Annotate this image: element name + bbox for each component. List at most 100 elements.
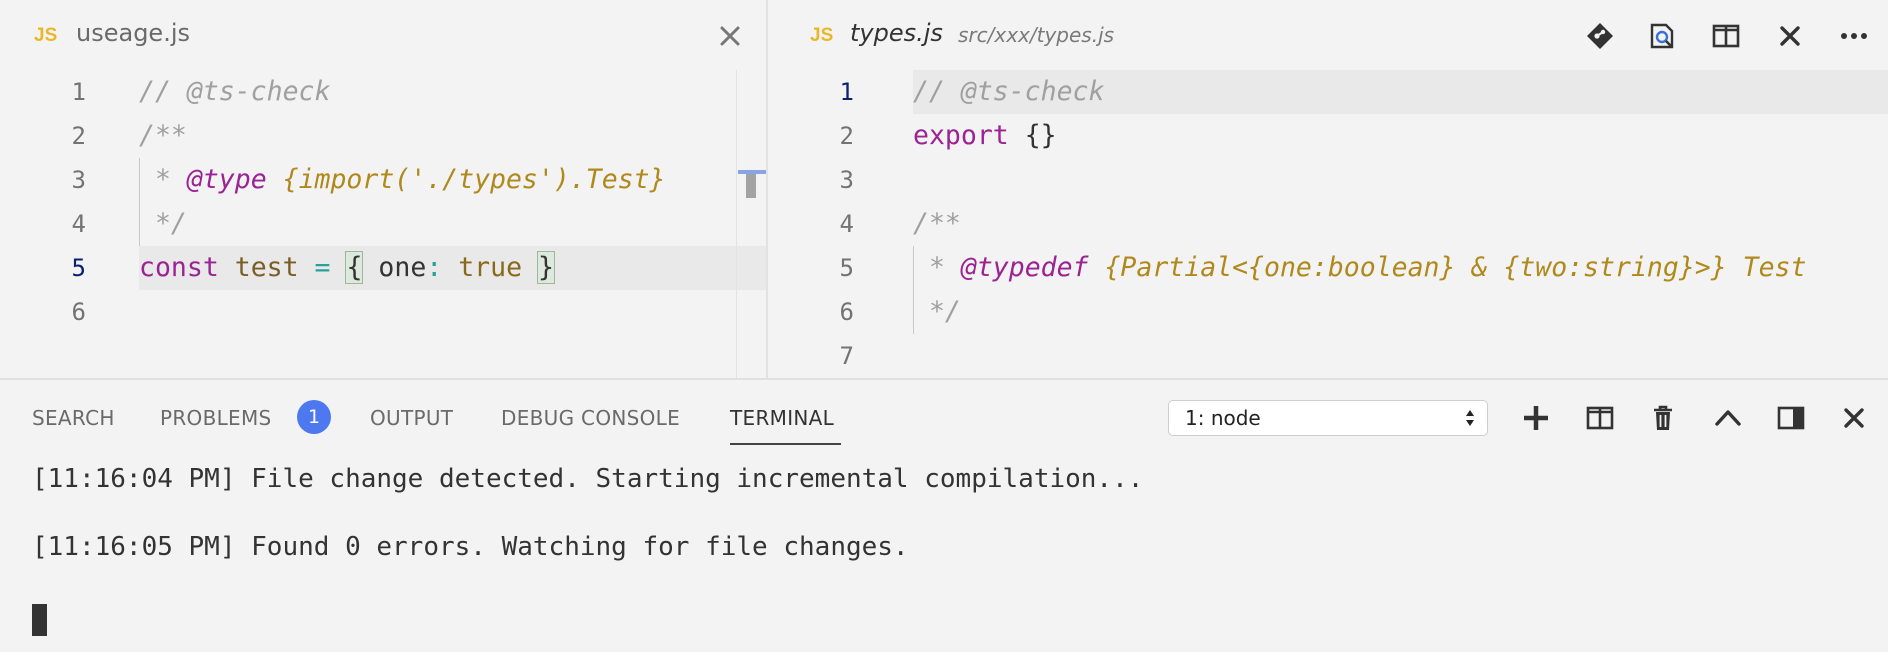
line-number: 6 bbox=[839, 298, 854, 326]
code-text: export {} bbox=[913, 114, 1057, 158]
code-text: * @type {import('./types').Test} bbox=[139, 158, 666, 202]
tab-search[interactable]: SEARCH bbox=[32, 406, 115, 430]
split-editor-icon[interactable] bbox=[1708, 18, 1744, 54]
line-number: 5 bbox=[71, 254, 86, 282]
terminal-cursor bbox=[32, 604, 47, 636]
terminal-select[interactable]: 1: node bbox=[1168, 400, 1488, 436]
code-line[interactable]: 5 * @typedef {Partial<{one:boolean} & {t… bbox=[768, 246, 1888, 290]
minimap[interactable] bbox=[736, 70, 766, 378]
terminal-output[interactable]: [11:16:04 PM] File change detected. Star… bbox=[0, 462, 1888, 652]
code-token: export bbox=[913, 120, 1009, 151]
code-line[interactable]: 2 export {} bbox=[768, 114, 1888, 158]
line-number: 2 bbox=[71, 122, 86, 150]
chevron-up-icon[interactable] bbox=[1710, 400, 1746, 436]
code-token: * bbox=[913, 252, 961, 283]
open-preview-icon[interactable] bbox=[1644, 18, 1680, 54]
terminal-select-value: 1: node bbox=[1185, 406, 1261, 430]
js-file-icon: JS bbox=[34, 25, 58, 46]
line-number: 7 bbox=[839, 342, 854, 370]
code-text: /** bbox=[139, 114, 187, 158]
editor-tab-left[interactable]: JS useage.js bbox=[0, 0, 766, 70]
line-number: 1 bbox=[839, 78, 854, 106]
code-line[interactable]: 7 bbox=[768, 334, 1888, 378]
indent-guide bbox=[139, 158, 140, 246]
code-token: // @ts-check bbox=[913, 76, 1105, 107]
editor-group-right: JS types.js src/xxx/types.js 1 // @ts-che… bbox=[768, 0, 1888, 378]
code-line[interactable]: 6 bbox=[0, 290, 766, 334]
code-token: } bbox=[537, 251, 555, 284]
code-token: /** bbox=[139, 120, 187, 151]
line-number: 4 bbox=[839, 210, 854, 238]
close-icon[interactable] bbox=[1772, 18, 1808, 54]
plus-icon[interactable] bbox=[1518, 400, 1554, 436]
more-actions-icon[interactable] bbox=[1836, 18, 1872, 54]
line-number: 6 bbox=[71, 298, 86, 326]
tab-output[interactable]: OUTPUT bbox=[370, 406, 453, 430]
code-line[interactable]: 5 const test = { one: true } bbox=[72, 246, 766, 290]
code-token: { bbox=[345, 251, 364, 284]
code-token: @typedef bbox=[960, 252, 1089, 283]
code-line[interactable]: 1 // @ts-check bbox=[0, 70, 766, 114]
tab-terminal[interactable]: TERMINAL bbox=[730, 406, 834, 430]
code-text: */ bbox=[139, 202, 187, 246]
code-token: @type bbox=[186, 164, 267, 195]
indent-guide bbox=[913, 246, 914, 334]
line-number: 1 bbox=[71, 78, 86, 106]
code-token: */ bbox=[139, 208, 187, 239]
close-icon[interactable] bbox=[1836, 400, 1872, 436]
code-token: const bbox=[139, 252, 219, 283]
code-token: : bbox=[426, 252, 443, 283]
select-arrows-icon bbox=[1466, 410, 1474, 426]
tab-debug-console[interactable]: DEBUG CONSOLE bbox=[501, 406, 680, 430]
tab-title[interactable]: useage.js bbox=[76, 19, 190, 47]
code-text: // @ts-check bbox=[139, 70, 330, 114]
code-line[interactable]: 4 */ bbox=[0, 202, 766, 246]
code-token: * bbox=[139, 164, 187, 195]
code-token: {Partial<{one:boolean} & {two:string}>} … bbox=[1088, 252, 1807, 283]
terminal-line: [11:16:04 PM] File change detected. Star… bbox=[32, 464, 1144, 494]
code-text: const test = { one: true } bbox=[139, 246, 555, 290]
terminal-line: [11:16:05 PM] Found 0 errors. Watching f… bbox=[32, 532, 909, 562]
code-line[interactable]: 6 */ bbox=[768, 290, 1888, 334]
code-token: /** bbox=[913, 208, 961, 239]
tab-description: src/xxx/types.js bbox=[958, 23, 1115, 47]
scrollbar-thumb[interactable] bbox=[746, 174, 756, 198]
line-number: 3 bbox=[71, 166, 86, 194]
code-token: */ bbox=[913, 296, 961, 327]
code-token: {} bbox=[1008, 120, 1057, 151]
code-line[interactable]: 3 bbox=[768, 158, 1888, 202]
code-token: // @ts-check bbox=[139, 76, 331, 107]
js-file-icon: JS bbox=[810, 25, 834, 46]
split-terminal-icon[interactable] bbox=[1582, 400, 1618, 436]
bottom-panel: SEARCH PROBLEMS 1 OUTPUT DEBUG CONSOLE T… bbox=[0, 378, 1888, 652]
close-icon[interactable] bbox=[712, 18, 748, 54]
code-text: * @typedef {Partial<{one:boolean} & {two… bbox=[913, 246, 1807, 290]
code-token: true bbox=[458, 252, 523, 283]
code-editor-right[interactable]: 1 // @ts-check 2 export {} 3 4 /** 5 * @typedef… bbox=[768, 70, 1888, 378]
tab-title[interactable]: types.js bbox=[850, 19, 943, 47]
vscode-window: JS useage.js 1 // @ts-check 2 /** 3 * @type … bbox=[0, 0, 1888, 652]
tab-problems[interactable]: PROBLEMS bbox=[160, 406, 272, 430]
git-compare-icon[interactable] bbox=[1582, 18, 1618, 54]
code-token: = bbox=[314, 252, 331, 283]
problems-count-badge: 1 bbox=[297, 400, 331, 434]
code-line[interactable]: 3 * @type {import('./types').Test} bbox=[0, 158, 766, 202]
code-line[interactable]: 2 /** bbox=[0, 114, 766, 158]
code-line[interactable]: 4 /** bbox=[768, 202, 1888, 246]
trash-icon[interactable] bbox=[1645, 400, 1681, 436]
code-text: */ bbox=[913, 290, 961, 334]
active-tab-indicator bbox=[730, 443, 841, 445]
code-line[interactable]: 1 // @ts-check bbox=[840, 70, 1888, 114]
editor-group-left: JS useage.js 1 // @ts-check 2 /** 3 * @type … bbox=[0, 0, 766, 378]
editor-tab-right[interactable]: JS types.js src/xxx/types.js bbox=[768, 0, 1888, 70]
line-number: 5 bbox=[839, 254, 854, 282]
code-editor-left[interactable]: 1 // @ts-check 2 /** 3 * @type {import('./ty… bbox=[0, 70, 766, 378]
code-text: /** bbox=[913, 202, 961, 246]
panel-layout-icon[interactable] bbox=[1773, 400, 1809, 436]
code-token: test bbox=[234, 252, 299, 283]
